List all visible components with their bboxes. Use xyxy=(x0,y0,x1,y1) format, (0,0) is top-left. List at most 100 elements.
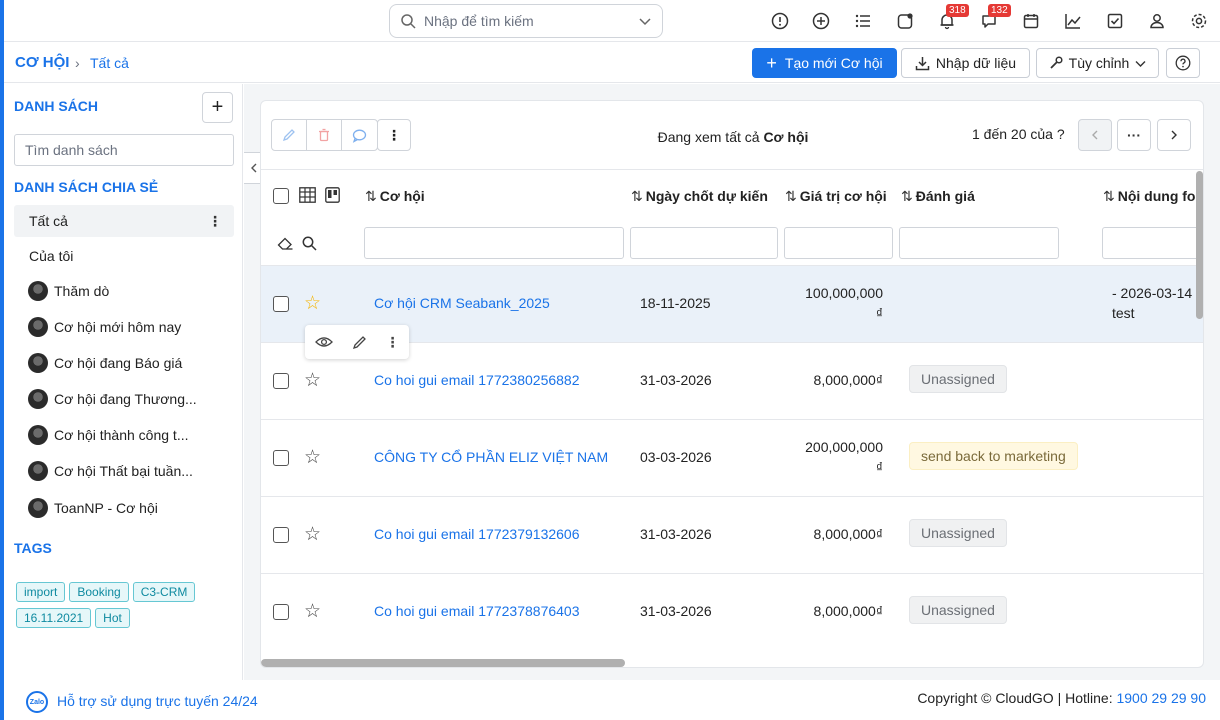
breadcrumb-module[interactable]: CƠ HỘI xyxy=(15,54,69,71)
sidebar-item-lost-week[interactable]: Cơ hội Thất bại tuần... xyxy=(14,455,234,487)
opportunity-value: 200,000,000 xyxy=(805,439,883,455)
calendar-icon[interactable] xyxy=(1020,10,1042,32)
kanban-view-icon[interactable] xyxy=(325,187,340,203)
pencil-icon[interactable] xyxy=(352,335,367,350)
bell-icon[interactable]: 318 xyxy=(936,4,969,32)
support-link[interactable]: Hỗ trợ sử dụng trực tuyến 24/24 xyxy=(57,693,258,709)
create-opportunity-button[interactable]: + Tạo mới Cơ hội xyxy=(752,48,897,78)
chat-icon[interactable]: 132 xyxy=(978,4,1011,32)
prev-page-button[interactable] xyxy=(1078,119,1112,151)
opportunity-value-currency: ₫ xyxy=(875,459,883,475)
hotline-number[interactable]: 1900 29 29 90 xyxy=(1116,690,1206,706)
close-date: 31-03-2026 xyxy=(640,372,712,388)
download-icon xyxy=(915,56,930,70)
column-header-label: Nội dung fol xyxy=(1117,188,1200,204)
table-row[interactable]: ☆ Co hoi gui email 1772379132606 31-03-2… xyxy=(261,496,1203,573)
global-search-input[interactable]: Nhập để tìm kiếm xyxy=(389,4,663,38)
next-page-button[interactable] xyxy=(1157,119,1191,151)
sidebar-item-new-today[interactable]: Cơ hội mới hôm nay xyxy=(14,311,234,343)
star-icon[interactable]: ☆ xyxy=(304,600,321,623)
task-check-icon[interactable] xyxy=(1104,10,1126,32)
filter-close-date-input[interactable] xyxy=(630,227,778,259)
more-vertical-icon[interactable]: ⋮ xyxy=(208,213,222,230)
zalo-icon[interactable]: Zalo xyxy=(26,691,48,713)
sidebar-item-all[interactable]: Tất cả ⋮ xyxy=(14,205,234,237)
page-options-button[interactable]: ··· xyxy=(1117,119,1151,151)
list-icon[interactable] xyxy=(852,10,874,32)
sidebar-item-label: Thăm dò xyxy=(54,283,110,299)
row-checkbox[interactable] xyxy=(273,450,289,466)
chevron-left-icon xyxy=(250,163,256,173)
sidebar-item-label: Cơ hội Thất bại tuần... xyxy=(54,463,193,479)
breadcrumb-current[interactable]: Tất cả xyxy=(90,55,129,71)
help-button[interactable] xyxy=(1166,48,1200,78)
sidebar-item-negotiating[interactable]: Cơ hội đang Thương... xyxy=(14,383,234,415)
row-checkbox[interactable] xyxy=(273,604,289,620)
filter-opportunity-input[interactable] xyxy=(364,227,624,259)
horizontal-scrollbar[interactable] xyxy=(261,659,625,667)
sidebar-item-toannp[interactable]: ToanNP - Cơ hội xyxy=(14,492,234,524)
column-header-value[interactable]: ⇅ Giá trị cơ hội xyxy=(785,188,887,205)
row-checkbox[interactable] xyxy=(273,527,289,543)
row-checkbox[interactable] xyxy=(273,373,289,389)
sidebar-item-won[interactable]: Cơ hội thành công t... xyxy=(14,419,234,451)
tag-chip[interactable]: C3-CRM xyxy=(132,582,196,602)
tag-chip[interactable]: import xyxy=(16,582,66,602)
opportunity-link[interactable]: Cơ hội CRM Seabank_2025 xyxy=(374,295,550,311)
column-header-opportunity[interactable]: ⇅ Cơ hội xyxy=(365,188,425,205)
gear-icon[interactable] xyxy=(1188,10,1210,32)
sidebar-item-label: Cơ hội đang Báo giá xyxy=(54,355,183,371)
table-row[interactable]: ☆ CÔNG TY CỔ PHẦN ELIZ VIỆT NAM 03-03-20… xyxy=(261,419,1203,496)
chart-line-icon[interactable] xyxy=(1062,10,1084,32)
shared-lists-title: DANH SÁCH CHIA SẺ xyxy=(14,179,159,195)
opportunity-link[interactable]: Co hoi gui email 1772379132606 xyxy=(374,526,580,542)
search-icon[interactable] xyxy=(302,236,317,251)
create-opportunity-label: Tạo mới Cơ hội xyxy=(784,55,883,71)
sidebar-item-quoting[interactable]: Cơ hội đang Báo giá xyxy=(14,347,234,379)
tag-chip[interactable]: Booking xyxy=(69,582,129,602)
column-header-followup[interactable]: ⇅ Nội dung fol xyxy=(1103,188,1199,205)
sidebar-item-prospect[interactable]: Thăm dò xyxy=(14,275,234,307)
table-view-icon[interactable] xyxy=(299,187,316,203)
column-header-rating[interactable]: ⇅ Đánh giá xyxy=(901,188,975,205)
filter-followup-input[interactable] xyxy=(1102,227,1203,259)
filter-rating-input[interactable] xyxy=(899,227,1059,259)
activity-icon[interactable] xyxy=(894,10,916,32)
alert-circle-icon[interactable] xyxy=(769,10,791,32)
lists-title: DANH SÁCH xyxy=(14,98,98,114)
opportunity-link[interactable]: Co hoi gui email 1772378876403 xyxy=(374,603,580,619)
list-search-input[interactable]: Tìm danh sách xyxy=(14,134,234,166)
add-list-button[interactable]: + xyxy=(202,92,233,123)
import-label: Nhập dữ liệu xyxy=(935,55,1017,71)
vertical-scrollbar[interactable] xyxy=(1196,171,1203,319)
opportunity-value: 8,000,000₫ xyxy=(813,526,883,542)
sidebar-item-label: Cơ hội thành công t... xyxy=(54,427,189,443)
customize-button[interactable]: Tùy chỉnh xyxy=(1036,48,1159,78)
eye-icon[interactable] xyxy=(314,335,333,349)
row-checkbox[interactable] xyxy=(273,296,289,312)
chevron-right-icon xyxy=(1171,130,1177,140)
avatar xyxy=(28,389,48,409)
opportunity-link[interactable]: CÔNG TY CỔ PHẦN ELIZ VIỆT NAM xyxy=(374,449,608,465)
table-row[interactable]: ☆ Co hoi gui email 1772378876403 31-03-2… xyxy=(261,573,1203,650)
user-icon[interactable] xyxy=(1146,10,1168,32)
add-circle-icon[interactable] xyxy=(810,10,832,32)
more-vertical-icon[interactable]: ⋮ xyxy=(386,334,400,351)
avatar xyxy=(28,353,48,373)
rating-badge: Unassigned xyxy=(909,365,1007,393)
tag-chip[interactable]: Hot xyxy=(95,608,130,628)
chevron-right-icon: › xyxy=(75,55,80,71)
column-header-close-date[interactable]: ⇅ Ngày chốt dự kiến xyxy=(631,188,768,205)
sidebar-item-mine[interactable]: Của tôi xyxy=(14,240,234,272)
star-icon[interactable]: ☆ xyxy=(304,523,321,546)
import-button[interactable]: Nhập dữ liệu xyxy=(901,48,1030,78)
filter-value-input[interactable] xyxy=(784,227,893,259)
star-icon[interactable]: ☆ xyxy=(304,369,321,392)
tag-chip[interactable]: 16.11.2021 xyxy=(16,608,92,628)
select-all-checkbox[interactable] xyxy=(273,188,289,204)
star-icon[interactable]: ☆ xyxy=(304,292,321,315)
opportunity-link[interactable]: Co hoi gui email 1772380256882 xyxy=(374,372,580,388)
star-icon[interactable]: ☆ xyxy=(304,446,321,469)
avatar xyxy=(28,498,48,518)
eraser-icon[interactable] xyxy=(277,236,294,251)
